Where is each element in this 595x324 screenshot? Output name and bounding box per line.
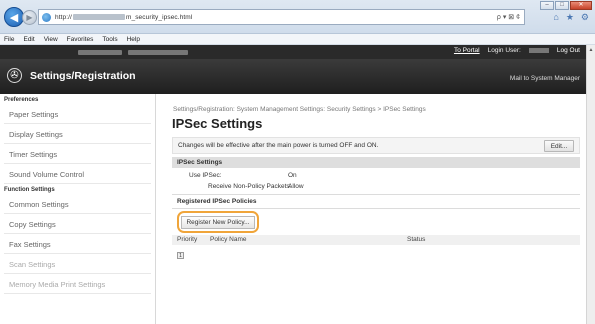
url-text: http://m_security_ipsec.html bbox=[55, 13, 193, 21]
app-title: Settings/Registration bbox=[30, 70, 136, 82]
sidebar-item-fax-settings[interactable]: Fax Settings bbox=[4, 235, 151, 254]
login-user-label: Login User: bbox=[487, 47, 521, 54]
sidebar-item-common-settings[interactable]: Common Settings bbox=[4, 195, 151, 214]
browser-menubar: File Edit View Favorites Tools Help bbox=[0, 34, 595, 45]
sidebar-item-memory-media[interactable]: Memory Media Print Settings bbox=[4, 275, 151, 294]
close-icon[interactable]: ✕ bbox=[570, 1, 592, 10]
to-portal-link[interactable]: To Portal bbox=[454, 47, 480, 54]
home-icon[interactable]: ⌂ bbox=[553, 12, 558, 23]
main-content: Settings/Registration: System Management… bbox=[160, 94, 586, 324]
browser-tools: ⌂ ★ ⚙ bbox=[553, 12, 589, 23]
sidebar-item-timer-settings[interactable]: Timer Settings bbox=[4, 145, 151, 164]
minimize-icon[interactable]: – bbox=[540, 1, 554, 10]
page-number-button[interactable]: 1 bbox=[177, 252, 184, 259]
receive-nonpolicy-label: Receive Non-Policy Packets: bbox=[208, 183, 292, 190]
device-name-redacted bbox=[78, 49, 122, 55]
ipsec-settings-section: IPSec Settings bbox=[172, 157, 580, 168]
breadcrumb: Settings/Registration: System Management… bbox=[173, 106, 426, 113]
window-controls: – □ ✕ bbox=[540, 1, 592, 10]
forward-icon[interactable]: ▶ bbox=[22, 10, 37, 25]
sidebar-item-copy-settings[interactable]: Copy Settings bbox=[4, 215, 151, 234]
gear-icon[interactable]: ⚙ bbox=[581, 12, 589, 23]
vertical-scrollbar[interactable]: ▲ bbox=[586, 45, 595, 324]
registered-policies-heading: Registered IPSec Policies bbox=[177, 198, 257, 205]
menu-file[interactable]: File bbox=[4, 36, 14, 43]
mail-to-manager-link[interactable]: Mail to System Manager bbox=[510, 75, 580, 82]
section-divider bbox=[172, 194, 580, 195]
page-title: IPSec Settings bbox=[172, 116, 263, 131]
use-ipsec-label: Use IPSec: bbox=[189, 172, 222, 179]
sidebar-group-preferences: Preferences bbox=[4, 97, 39, 103]
menu-edit[interactable]: Edit bbox=[23, 36, 34, 43]
page-favicon-icon bbox=[42, 12, 51, 22]
menu-tools[interactable]: Tools bbox=[102, 36, 117, 43]
use-ipsec-value: On bbox=[288, 172, 297, 179]
favorites-star-icon[interactable]: ★ bbox=[566, 12, 574, 23]
register-new-policy-button[interactable]: Register New Policy... bbox=[181, 216, 255, 229]
notice-text: Changes will be effective after the main… bbox=[178, 142, 379, 149]
device-model-redacted bbox=[128, 49, 188, 55]
policy-table-header: Priority Policy Name Status bbox=[172, 235, 580, 245]
col-priority: Priority bbox=[177, 236, 198, 243]
browser-toolbar: ◀ ▶ http://m_security_ipsec.html ρ ▾ ⊠ ¢… bbox=[0, 0, 595, 34]
login-user-redacted bbox=[528, 48, 549, 53]
restart-notice: Changes will be effective after the main… bbox=[172, 137, 580, 154]
menu-favorites[interactable]: Favorites bbox=[67, 36, 94, 43]
sidebar-group-function: Function Settings bbox=[4, 187, 55, 193]
sidebar-item-scan-settings[interactable]: Scan Settings bbox=[4, 255, 151, 274]
back-icon[interactable]: ◀ bbox=[4, 7, 24, 27]
scroll-up-icon[interactable]: ▲ bbox=[587, 45, 595, 55]
maximize-icon[interactable]: □ bbox=[555, 1, 569, 10]
sidebar-item-display-settings[interactable]: Display Settings bbox=[4, 125, 151, 144]
logout-link[interactable]: Log Out bbox=[557, 47, 580, 54]
sidebar: Preferences Paper Settings Display Setti… bbox=[0, 94, 156, 324]
settings-logo-icon: ✇ bbox=[7, 68, 22, 83]
address-bar[interactable]: http://m_security_ipsec.html ρ ▾ ⊠ ¢ bbox=[38, 9, 525, 25]
app-header: ✇ Settings/Registration To Portal Login … bbox=[0, 47, 586, 94]
menu-help[interactable]: Help bbox=[127, 36, 140, 43]
col-policy-name: Policy Name bbox=[210, 236, 247, 243]
col-status: Status bbox=[407, 236, 426, 243]
policies-divider bbox=[172, 208, 580, 209]
menu-view[interactable]: View bbox=[44, 36, 58, 43]
header-links: To Portal Login User: Log Out bbox=[454, 47, 580, 54]
receive-nonpolicy-value: Allow bbox=[288, 183, 304, 190]
edit-button[interactable]: Edit... bbox=[544, 140, 574, 152]
sidebar-item-paper-settings[interactable]: Paper Settings bbox=[4, 105, 151, 124]
sidebar-item-sound-volume[interactable]: Sound Volume Control bbox=[4, 165, 151, 184]
address-tools[interactable]: ρ ▾ ⊠ ¢ bbox=[497, 13, 524, 21]
